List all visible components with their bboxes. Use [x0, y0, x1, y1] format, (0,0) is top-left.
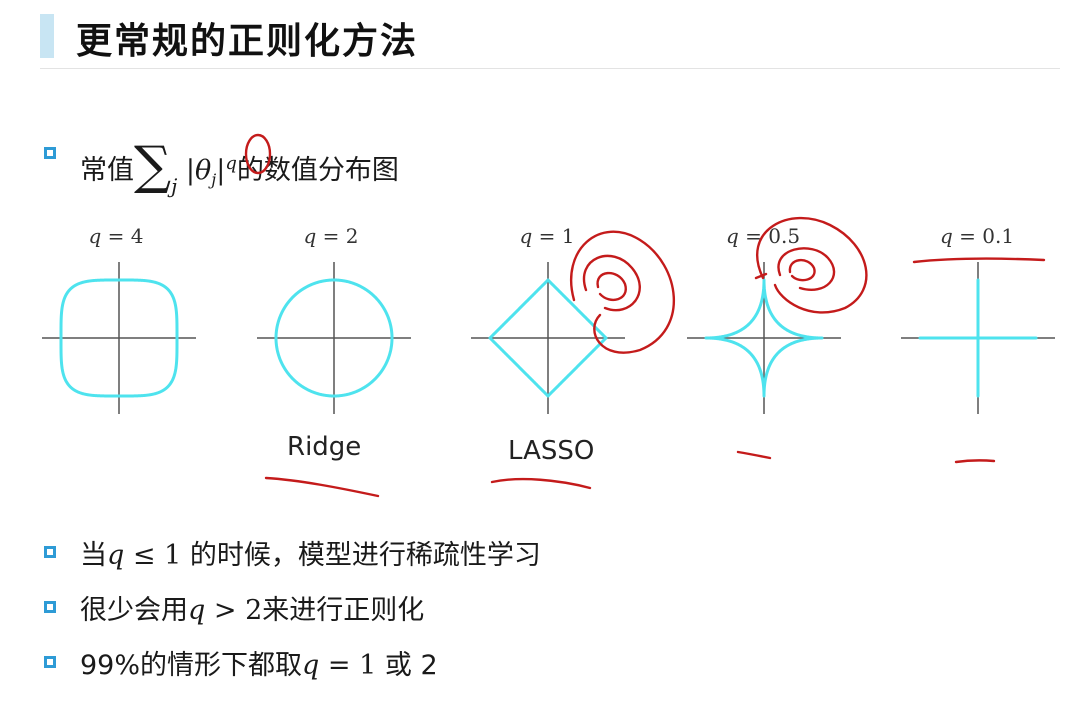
annotation-layer — [244, 133, 1046, 498]
bullet-3-before: 99%的情形下都取 — [80, 650, 303, 681]
bullet-icon — [44, 656, 56, 668]
lasso-contour-annotation-inner — [596, 271, 627, 302]
bullet-1-math: ≤ 1 — [124, 540, 182, 571]
bullet-line-3: 99%的情形下都取q = 1 或 2 — [80, 643, 438, 682]
lasso-contour-annotation-outer — [569, 230, 676, 354]
ridge-label: Ridge — [287, 432, 362, 462]
bullet-line-1: 当q ≤ 1 的时候，模型进行稀疏性学习 — [80, 533, 541, 572]
bullet-2-math: > 2 — [205, 595, 263, 626]
axes-layer — [42, 262, 1055, 414]
bullet-2-before: 很少会用 — [80, 595, 188, 626]
lasso-contour-annotation-mid — [582, 254, 641, 312]
q01-top-underline — [912, 257, 1046, 264]
bullet-3-math: = 1 — [319, 650, 377, 681]
bullet-icon — [44, 546, 56, 558]
q05-contour-annotation-mid — [777, 247, 836, 291]
bullet-3-var: q — [302, 650, 320, 681]
bullet-1-var: q — [107, 540, 125, 571]
bullet-2-after: 来进行正则化 — [262, 595, 425, 626]
norm-ball-curve — [918, 278, 1038, 398]
lasso-underline — [490, 477, 592, 490]
bullet-3-after: 或 2 — [376, 650, 438, 681]
ridge-underline — [264, 476, 380, 498]
q05-contour-annotation-inner — [788, 259, 816, 282]
exponent-circle-annotation — [244, 133, 272, 175]
bullet-icon — [44, 601, 56, 613]
bullet-1-after: 的时候，模型进行稀疏性学习 — [181, 540, 541, 571]
bullet-line-2: 很少会用q > 2来进行正则化 — [80, 588, 424, 627]
q01-underline — [954, 459, 996, 464]
q05-underline — [736, 450, 772, 460]
bullet-1-before: 当 — [80, 540, 107, 571]
bullet-2-var: q — [188, 595, 206, 626]
lasso-label: LASSO — [508, 436, 595, 466]
